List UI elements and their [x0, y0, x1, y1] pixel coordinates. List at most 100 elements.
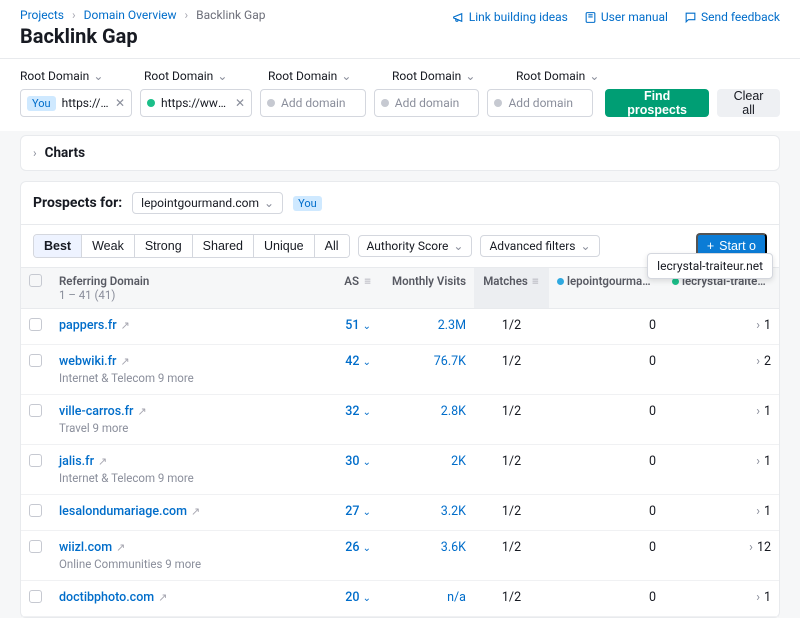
filter-tab-strong[interactable]: Strong	[135, 235, 193, 257]
authority-score-filter[interactable]: Authority Score⌄	[358, 235, 473, 257]
external-link-icon[interactable]: ↗	[116, 541, 125, 554]
competitor1-value: 0	[549, 395, 664, 445]
external-link-icon[interactable]: ↗	[120, 355, 129, 368]
clear-icon[interactable]: ✕	[235, 96, 245, 110]
domain-input-4[interactable]: Add domain	[487, 89, 593, 117]
filter-tab-shared[interactable]: Shared	[193, 235, 254, 257]
plus-icon: +	[707, 239, 714, 253]
external-link-icon[interactable]: ↗	[98, 455, 107, 468]
external-link-icon[interactable]: ↗	[158, 591, 167, 604]
chevron-down-icon: ⌄	[93, 69, 103, 83]
table-row: doctibphoto.com↗20 ⌄n/a1/20›1	[21, 581, 779, 617]
referring-domain-link[interactable]: jalis.fr	[59, 454, 94, 469]
prospects-for-selector[interactable]: lepointgourmand.com ⌄	[132, 192, 283, 214]
you-badge: You	[293, 196, 322, 211]
filter-tab-unique[interactable]: Unique	[254, 235, 315, 257]
chevron-right-icon: ›	[756, 404, 760, 419]
as-value[interactable]: 20 ⌄	[345, 590, 371, 605]
as-value[interactable]: 27 ⌄	[345, 504, 371, 519]
advanced-filters[interactable]: Advanced filters⌄	[480, 235, 599, 257]
filter-tab-best[interactable]: Best	[34, 235, 82, 257]
chevron-right-icon: ›	[756, 354, 760, 369]
row-checkbox[interactable]	[29, 540, 42, 553]
user-manual-link[interactable]: User manual	[584, 10, 668, 24]
competitor2-value[interactable]: ›2	[664, 345, 779, 395]
book-icon	[584, 11, 597, 24]
root-domain-label[interactable]: Root Domain⌄	[144, 69, 256, 83]
competitor2-value[interactable]: ›1	[664, 445, 779, 495]
competitor2-value[interactable]: ›1	[664, 581, 779, 617]
competitor2-value[interactable]: ›1	[664, 495, 779, 531]
referring-domain-link[interactable]: lesalondumariage.com	[59, 504, 187, 519]
row-checkbox[interactable]	[29, 318, 42, 331]
table-row: pappers.fr↗51 ⌄2.3M1/20›1	[21, 309, 779, 345]
col-visits[interactable]: Monthly Visits	[379, 268, 474, 309]
referring-domain-link[interactable]: doctibphoto.com	[59, 590, 154, 605]
as-value[interactable]: 51 ⌄	[345, 318, 371, 333]
filter-tab-weak[interactable]: Weak	[82, 235, 135, 257]
col-referring-domain[interactable]: Referring Domain1 – 41 (41)	[51, 268, 319, 309]
select-all-checkbox[interactable]	[29, 274, 42, 287]
referring-domain-link[interactable]: wiizl.com	[59, 540, 112, 555]
competitor2-value[interactable]: ›1	[664, 309, 779, 345]
as-value[interactable]: 26 ⌄	[345, 540, 371, 555]
clear-icon[interactable]: ✕	[115, 96, 125, 110]
external-link-icon[interactable]: ↗	[191, 505, 200, 518]
breadcrumb-overview[interactable]: Domain Overview	[84, 8, 177, 22]
referring-domain-link[interactable]: ville-carros.fr	[59, 404, 133, 419]
col-matches[interactable]: Matches≡	[474, 268, 549, 309]
chevron-right-icon: ›	[72, 8, 76, 22]
breadcrumb-projects[interactable]: Projects	[20, 8, 64, 22]
row-checkbox[interactable]	[29, 590, 42, 603]
visits-value[interactable]: 2.8K	[441, 404, 466, 419]
clear-all-button[interactable]: Clear all	[717, 89, 780, 117]
row-checkbox[interactable]	[29, 404, 42, 417]
chevron-down-icon: ⌄	[363, 321, 371, 332]
find-prospects-button[interactable]: Find prospects	[605, 89, 709, 117]
chevron-down-icon: ⌄	[341, 69, 351, 83]
root-domain-label[interactable]: Root Domain⌄	[20, 69, 132, 83]
as-value[interactable]: 32 ⌄	[345, 404, 371, 419]
link-building-ideas-link[interactable]: Link building ideas	[452, 10, 568, 24]
matches-value: 1/2	[474, 531, 549, 581]
domain-value: https://lep…	[62, 96, 109, 110]
domain-input-2[interactable]: Add domain	[260, 89, 366, 117]
competitor2-value[interactable]: ›12	[664, 531, 779, 581]
external-link-icon[interactable]: ↗	[121, 319, 130, 332]
chevron-down-icon: ⌄	[363, 593, 371, 604]
domain-input-1[interactable]: https://www.l…✕	[140, 89, 252, 117]
chevron-down-icon: ⌄	[363, 357, 371, 368]
dot-icon	[494, 99, 502, 107]
visits-value[interactable]: 76.7K	[434, 354, 466, 369]
row-checkbox[interactable]	[29, 454, 42, 467]
row-checkbox[interactable]	[29, 354, 42, 367]
as-value[interactable]: 30 ⌄	[345, 454, 371, 469]
domain-input-0[interactable]: Youhttps://lep…✕	[20, 89, 132, 117]
chevron-down-icon: ⌄	[453, 239, 463, 253]
domain-category: Travel 9 more	[59, 421, 311, 435]
chevron-right-icon: ›	[756, 318, 760, 333]
sort-icon: ≡	[362, 274, 371, 288]
chevron-down-icon: ⌄	[363, 457, 371, 468]
visits-value[interactable]: 2.3M	[438, 318, 466, 333]
referring-domain-link[interactable]: pappers.fr	[59, 318, 117, 333]
send-feedback-link[interactable]: Send feedback	[684, 10, 780, 24]
external-link-icon[interactable]: ↗	[137, 405, 146, 418]
visits-value[interactable]: 3.6K	[441, 540, 466, 555]
row-checkbox[interactable]	[29, 504, 42, 517]
dot-icon	[267, 99, 275, 107]
visits-value[interactable]: 2K	[451, 454, 466, 469]
visits-value[interactable]: 3.2K	[441, 504, 466, 519]
filter-tab-all[interactable]: All	[315, 235, 349, 257]
as-value[interactable]: 42 ⌄	[345, 354, 371, 369]
prospects-for-label: Prospects for:	[33, 195, 122, 211]
root-domain-label[interactable]: Root Domain⌄	[392, 69, 504, 83]
root-domain-label[interactable]: Root Domain⌄	[268, 69, 380, 83]
visits-value[interactable]: n/a	[447, 590, 466, 605]
referring-domain-link[interactable]: webwiki.fr	[59, 354, 116, 369]
domain-input-3[interactable]: Add domain	[374, 89, 480, 117]
charts-panel-toggle[interactable]: › Charts	[20, 135, 780, 171]
col-as[interactable]: AS≡	[319, 268, 379, 309]
competitor2-value[interactable]: ›1	[664, 395, 779, 445]
root-domain-label[interactable]: Root Domain⌄	[516, 69, 628, 83]
